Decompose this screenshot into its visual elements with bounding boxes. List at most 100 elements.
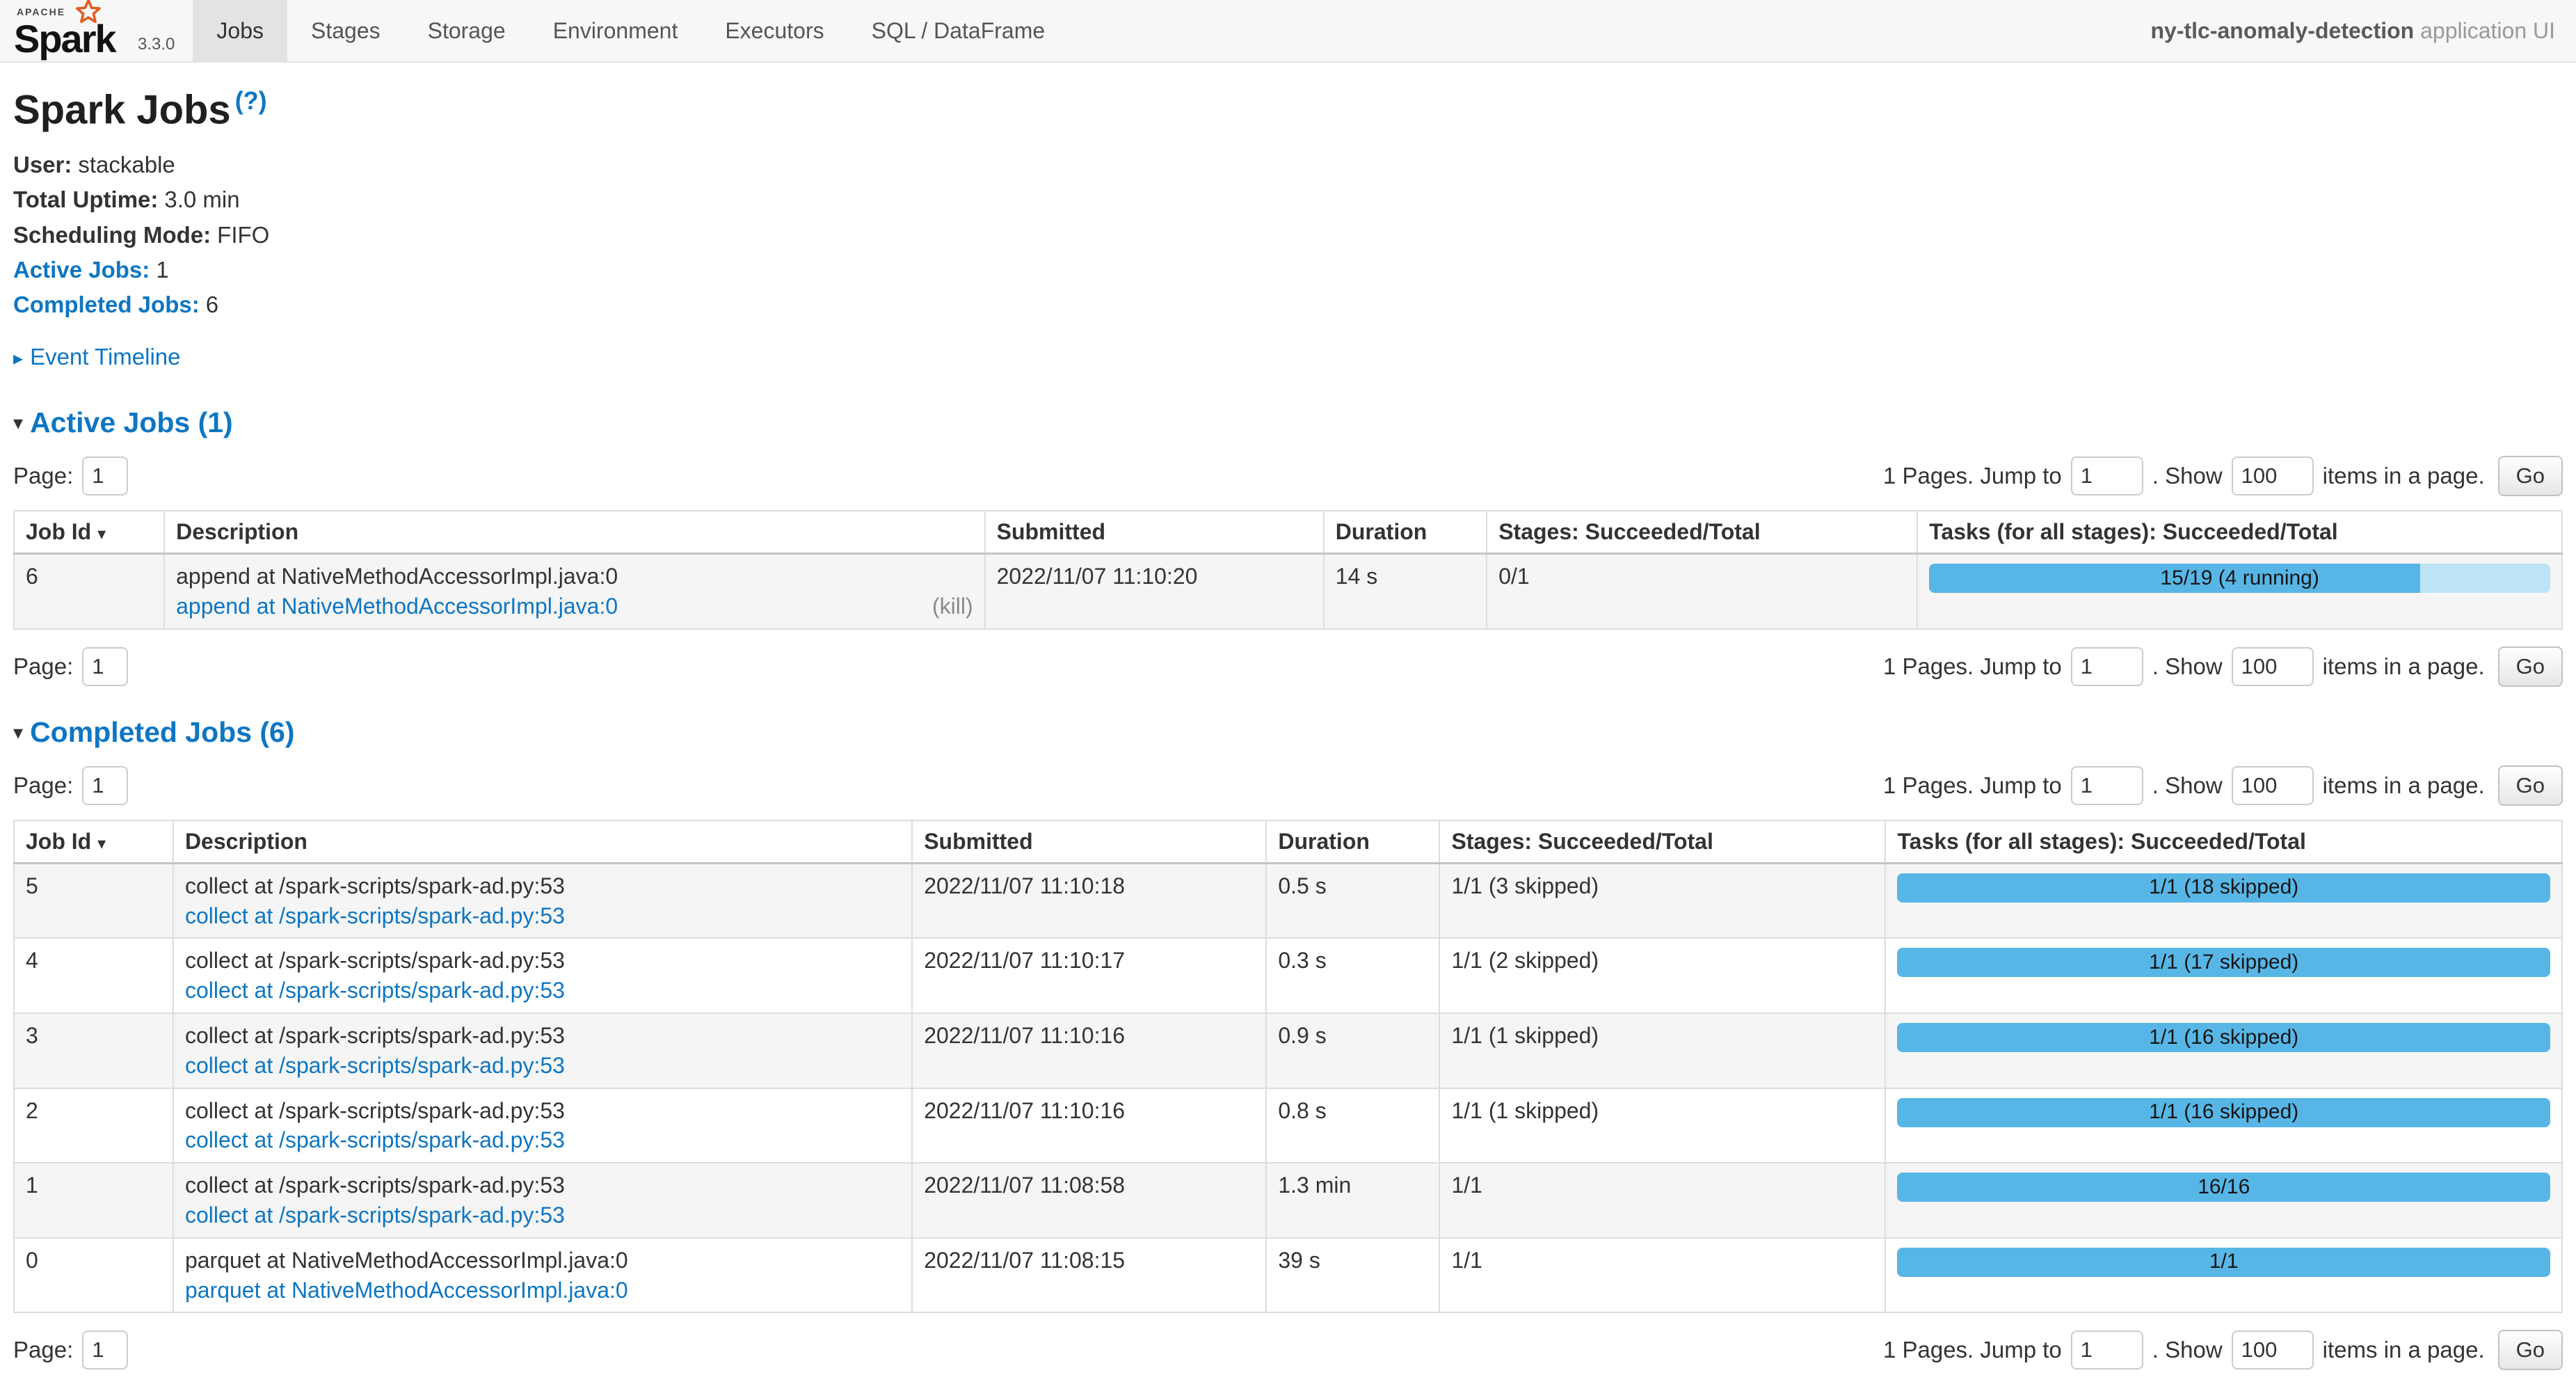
summary-completed-jobs-link[interactable]: Completed Jobs: [13,292,200,317]
jump-to-page-input[interactable] [2071,1331,2143,1369]
col-header-job-id[interactable]: Job Id ▾ [14,820,173,863]
go-button[interactable]: Go [2498,456,2563,496]
job-description-link[interactable]: append at NativeMethodAccessorImpl.java:… [176,594,618,619]
job-description-link[interactable]: collect at /spark-scripts/spark-ad.py:53 [185,1202,565,1228]
progress-label: 15/19 (4 running) [1929,564,2550,593]
application-title: ny-tlc-anomaly-detection application UI [2151,18,2576,44]
job-description-text: collect at /spark-scripts/spark-ad.py:53 [185,1023,900,1049]
summary-completed-jobs-value: 6 [206,292,218,317]
col-header-submitted[interactable]: Submitted [985,511,1324,553]
items-per-page-input[interactable] [2232,1331,2314,1369]
jump-to-page-input[interactable] [2071,766,2143,805]
job-submitted-cell: 2022/11/07 11:10:18 [912,863,1266,938]
job-description-link[interactable]: collect at /spark-scripts/spark-ad.py:53 [185,1053,565,1079]
col-header-duration[interactable]: Duration [1266,820,1439,863]
job-row: 1 collect at /spark-scripts/spark-ad.py:… [14,1163,2562,1238]
nav-tab-stages[interactable]: Stages [287,0,404,61]
col-header-description[interactable]: Description [164,511,984,553]
summary-uptime-label: Total Uptime: [13,186,158,212]
job-description-link[interactable]: collect at /spark-scripts/spark-ad.py:53 [185,1127,565,1153]
job-duration-cell: 0.8 s [1266,1088,1439,1163]
progress-label: 1/1 (17 skipped) [1897,948,2550,977]
nav-tab-sql-dataframe[interactable]: SQL / DataFrame [848,0,1069,61]
job-id-cell: 3 [14,1013,173,1088]
job-description-link[interactable]: collect at /spark-scripts/spark-ad.py:53 [185,978,565,1003]
pages-jump-text: 1 Pages. Jump to [1883,463,2062,489]
spark-version: 3.3.0 [134,35,175,61]
col-header-duration[interactable]: Duration [1324,511,1487,553]
help-link[interactable]: (?) [235,86,267,115]
go-button[interactable]: Go [2498,1330,2563,1370]
col-header-stages[interactable]: Stages: Succeeded/Total [1487,511,1917,553]
nav-tab-jobs[interactable]: Jobs [193,0,287,61]
spark-logo-text: Spark [14,16,115,61]
job-duration-cell: 14 s [1324,554,1487,629]
jump-to-page-input[interactable] [2071,647,2143,686]
show-text: . Show [2152,772,2223,799]
col-header-tasks[interactable]: Tasks (for all stages): Succeeded/Total [1917,511,2562,553]
page-number-input[interactable] [82,456,128,495]
items-per-page-input[interactable] [2232,647,2314,686]
completed-jobs-section-header[interactable]: ▾Completed Jobs (6) [13,716,2563,749]
active-jobs-section-header[interactable]: ▾Active Jobs (1) [13,406,2563,439]
collapse-arrow-icon: ▾ [13,722,23,743]
job-description-cell: parquet at NativeMethodAccessorImpl.java… [173,1238,912,1313]
job-tasks-cell: 1/1 (16 skipped) [1885,1013,2562,1088]
page-number-input[interactable] [82,766,128,805]
table-header-row: Job Id ▾ Description Submitted Duration … [14,511,2562,553]
job-stages-cell: 1/1 [1439,1238,1885,1313]
job-submitted-cell: 2022/11/07 11:10:20 [985,554,1324,629]
page-label: Page: [13,653,73,680]
show-text: . Show [2152,653,2223,680]
event-timeline-toggle[interactable]: ▸Event Timeline [13,344,2563,370]
tasks-progress-bar: 15/19 (4 running) [1929,564,2550,593]
job-duration-cell: 0.3 s [1266,938,1439,1013]
job-description-cell: collect at /spark-scripts/spark-ad.py:53… [173,1163,912,1238]
col-header-job-id[interactable]: Job Id ▾ [14,511,164,553]
summary-active-jobs-value: 1 [156,257,168,283]
col-header-tasks[interactable]: Tasks (for all stages): Succeeded/Total [1885,820,2562,863]
job-row: 4 collect at /spark-scripts/spark-ad.py:… [14,938,2562,1013]
col-header-submitted[interactable]: Submitted [912,820,1266,863]
jump-to-page-input[interactable] [2071,456,2143,495]
show-text: . Show [2152,463,2223,489]
job-stages-cell: 1/1 (1 skipped) [1439,1013,1885,1088]
job-id-cell: 0 [14,1238,173,1313]
go-button[interactable]: Go [2498,646,2563,687]
tasks-progress-bar: 1/1 (16 skipped) [1897,1023,2550,1052]
summary-completed-jobs: Completed Jobs:6 [13,290,2563,319]
go-button[interactable]: Go [2498,765,2563,806]
items-per-page-input[interactable] [2232,456,2314,495]
progress-label: 1/1 (18 skipped) [1897,873,2550,903]
tasks-progress-bar: 1/1 (18 skipped) [1897,873,2550,903]
page-title-text: Spark Jobs [13,87,231,132]
page-label: Page: [13,772,73,799]
items-text: items in a page. [2323,772,2485,799]
job-description-text: append at NativeMethodAccessorImpl.java:… [176,564,973,589]
sort-desc-icon: ▾ [97,525,106,543]
completed-jobs-table: Job Id ▾ Description Submitted Duration … [13,820,2563,1313]
job-description-text: collect at /spark-scripts/spark-ad.py:53 [185,1173,900,1198]
job-description-link[interactable]: parquet at NativeMethodAccessorImpl.java… [185,1278,628,1303]
nav-tab-executors[interactable]: Executors [701,0,847,61]
items-per-page-input[interactable] [2232,766,2314,805]
kill-link[interactable]: (kill) [932,594,973,619]
col-header-description[interactable]: Description [173,820,912,863]
page-number-input[interactable] [82,1331,128,1369]
job-description-cell: collect at /spark-scripts/spark-ad.py:53… [173,938,912,1013]
job-description-text: collect at /spark-scripts/spark-ad.py:53 [185,948,900,974]
col-header-stages[interactable]: Stages: Succeeded/Total [1439,820,1885,863]
job-description-link[interactable]: collect at /spark-scripts/spark-ad.py:53 [185,903,565,929]
nav-tab-storage[interactable]: Storage [404,0,529,61]
tasks-progress-bar: 1/1 (16 skipped) [1897,1098,2550,1127]
page-number-input[interactable] [82,647,128,686]
progress-label: 1/1 (16 skipped) [1897,1098,2550,1127]
tasks-progress-bar: 1/1 [1897,1248,2550,1277]
summary-active-jobs-link[interactable]: Active Jobs: [13,257,150,283]
job-row: 3 collect at /spark-scripts/spark-ad.py:… [14,1013,2562,1088]
job-description-cell: collect at /spark-scripts/spark-ad.py:53… [173,1013,912,1088]
job-tasks-cell: 1/1 (18 skipped) [1885,863,2562,938]
items-text: items in a page. [2323,463,2485,489]
spark-logo[interactable]: APACHE Spark 3.3.0 [0,0,184,61]
nav-tab-environment[interactable]: Environment [529,0,702,61]
